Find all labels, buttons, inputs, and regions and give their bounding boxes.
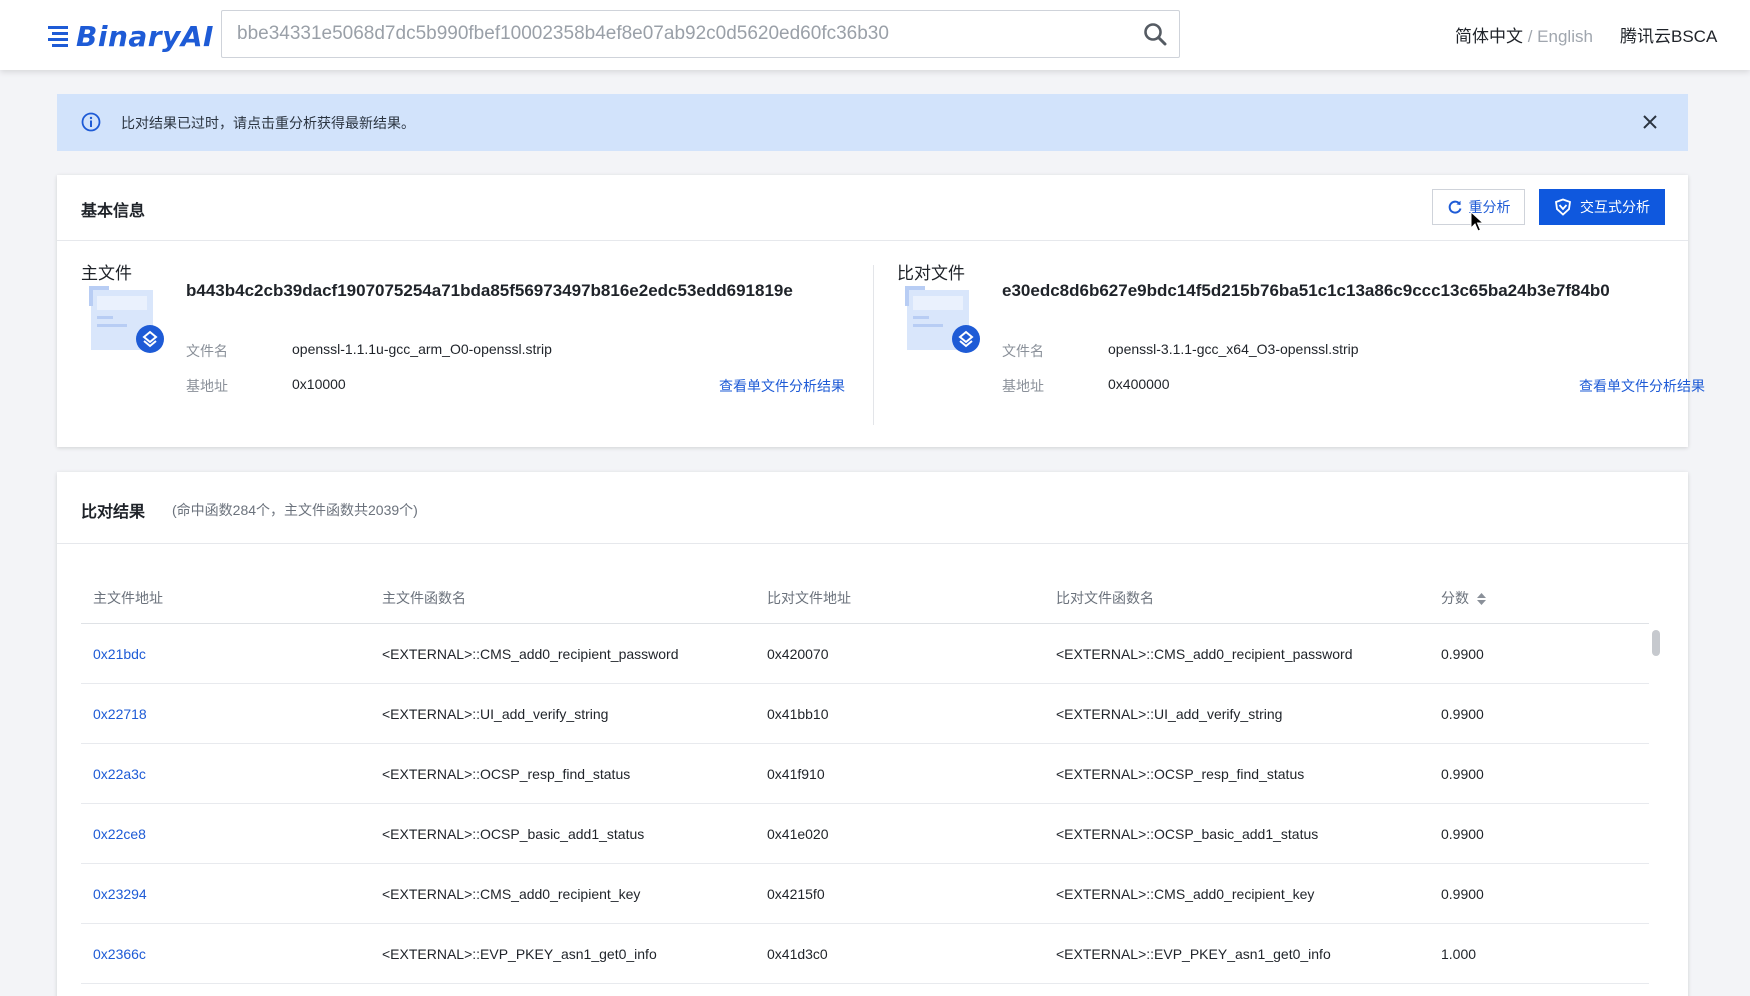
basic-info-title: 基本信息: [81, 203, 146, 220]
search-input[interactable]: bbe34331e5068d7dc5b990fbef10002358b4ef8e…: [222, 23, 1131, 45]
table-row[interactable]: 0x2366c <EXTERNAL>::EVP_PKEY_asn1_get0_in…: [81, 924, 1649, 984]
main-file-hash: b443b4c2cb39dacf1907075254a71bda85f56973…: [186, 281, 793, 300]
search-icon[interactable]: [1131, 11, 1179, 57]
main-address-cell[interactable]: 0x2366c: [93, 946, 146, 962]
results-title: 比对结果: [81, 504, 146, 521]
column-header-score[interactable]: 分数: [1441, 588, 1486, 608]
comparison-results-card: 比对结果 (命中函数284个，主文件函数共2039个) 主文件地址 主文件函数名…: [57, 472, 1688, 996]
table-row[interactable]: 0x22718 <EXTERNAL>::UI_add_verify_string 0…: [81, 684, 1649, 744]
main-function-cell: <EXTERNAL>::OCSP_resp_find_status: [382, 766, 631, 782]
column-header-compare-address: 比对文件地址: [767, 590, 851, 606]
compare-function-cell: <EXTERNAL>::CMS_add0_recipient_password: [1056, 646, 1353, 662]
results-header: 比对结果 (命中函数284个，主文件函数共2039个): [57, 472, 1688, 544]
compare-function-cell: <EXTERNAL>::OCSP_basic_add1_status: [1056, 826, 1319, 842]
main-filename-value: openssl-1.1.1u-gcc_arm_O0-openssl.strip: [292, 341, 552, 357]
logo-text: BinaryAI: [76, 19, 214, 53]
main-file-label: 主文件: [81, 264, 132, 283]
score-cell: 1.000: [1441, 946, 1477, 962]
column-header-main-address: 主文件地址: [93, 590, 163, 606]
table-row[interactable]: 0x22ce8 <EXTERNAL>::OCSP_basic_add1_statu…: [81, 804, 1649, 864]
compare-base-key: 基地址: [1002, 378, 1044, 394]
compare-base-value: 0x400000: [1108, 376, 1170, 392]
main-address-cell[interactable]: 0x22718: [93, 706, 147, 722]
score-cell: 0.9900: [1441, 766, 1484, 782]
close-icon[interactable]: [1642, 114, 1658, 130]
results-table: 主文件地址 主文件函数名 比对文件地址 比对文件函数名 分数 0x21bdc <E…: [81, 568, 1649, 984]
lang-zh-option[interactable]: 简体中文: [1455, 27, 1523, 46]
column-header-main-function: 主文件函数名: [382, 590, 466, 606]
compare-address-cell: 0x420070: [767, 646, 829, 662]
main-filename-key: 文件名: [186, 343, 228, 359]
compare-address-cell: 0x41d3c0: [767, 946, 828, 962]
main-function-cell: <EXTERNAL>::UI_add_verify_string: [382, 706, 609, 722]
compare-address-cell: 0x4215f0: [767, 886, 825, 902]
logo-icon: [48, 26, 68, 47]
main-function-cell: <EXTERNAL>::EVP_PKEY_asn1_get0_info: [382, 946, 657, 962]
lang-en-option[interactable]: English: [1537, 27, 1593, 46]
language-switch: 简体中文 / English: [1455, 22, 1593, 47]
compare-file-hash: e30edc8d6b627e9bdc14f5d215b76ba51c1c13a8…: [1002, 281, 1610, 300]
main-function-cell: <EXTERNAL>::CMS_add0_recipient_key: [382, 886, 641, 902]
compare-filename-key: 文件名: [1002, 343, 1044, 359]
results-summary: (命中函数284个，主文件函数共2039个): [172, 502, 418, 518]
compare-function-cell: <EXTERNAL>::OCSP_resp_find_status: [1056, 766, 1305, 782]
file-thumbnail-icon: [89, 286, 164, 353]
top-header: BinaryAI bbe34331e5068d7dc5b990fbef10002…: [0, 0, 1750, 70]
compare-function-cell: <EXTERNAL>::UI_add_verify_string: [1056, 706, 1283, 722]
compare-function-cell: <EXTERNAL>::CMS_add0_recipient_key: [1056, 886, 1315, 902]
compare-file-section: 比对文件 e30edc8d6b627e9bdc14f5d215b76ba51c1…: [873, 241, 1705, 447]
file-thumbnail-icon: [905, 286, 980, 353]
main-base-key: 基地址: [186, 378, 228, 394]
refresh-icon: [1448, 200, 1461, 214]
column-header-compare-function: 比对文件函数名: [1056, 590, 1154, 606]
lang-separator: /: [1523, 27, 1538, 46]
table-body: 0x21bdc <EXTERNAL>::CMS_add0_recipient_pa…: [81, 624, 1649, 984]
main-function-cell: <EXTERNAL>::CMS_add0_recipient_password: [382, 646, 679, 662]
tencent-bsca-link[interactable]: 腾讯云BSCA: [1620, 22, 1717, 47]
table-scrollbar[interactable]: [1649, 624, 1663, 996]
score-cell: 0.9900: [1441, 706, 1484, 722]
shield-icon: [1555, 198, 1571, 216]
table-row[interactable]: 0x23294 <EXTERNAL>::CMS_add0_recipient_ke…: [81, 864, 1649, 924]
compare-address-cell: 0x41bb10: [767, 706, 829, 722]
main-address-cell[interactable]: 0x22a3c: [93, 766, 146, 782]
mouse-cursor-icon: [1470, 211, 1484, 232]
compare-filename-value: openssl-3.1.1-gcc_x64_O3-openssl.strip: [1108, 341, 1359, 357]
compare-address-cell: 0x41f910: [767, 766, 825, 782]
main-view-analysis-link[interactable]: 查看单文件分析结果: [719, 376, 845, 396]
interactive-analysis-button[interactable]: 交互式分析: [1539, 189, 1665, 225]
score-cell: 0.9900: [1441, 826, 1484, 842]
interactive-label: 交互式分析: [1580, 199, 1650, 215]
main-address-cell[interactable]: 0x23294: [93, 886, 147, 902]
main-function-cell: <EXTERNAL>::OCSP_basic_add1_status: [382, 826, 645, 842]
search-box[interactable]: bbe34331e5068d7dc5b990fbef10002358b4ef8e…: [221, 10, 1180, 58]
table-row[interactable]: 0x22a3c <EXTERNAL>::OCSP_resp_find_status…: [81, 744, 1649, 804]
basic-info-card: 基本信息 重分析 交互式分析 主文件 b443b4c2cb39dacf19070…: [57, 175, 1705, 447]
score-header-label: 分数: [1441, 590, 1469, 606]
main-address-cell[interactable]: 0x21bdc: [93, 646, 146, 662]
basic-info-header: 基本信息 重分析 交互式分析: [57, 175, 1688, 241]
scrollbar-thumb[interactable]: [1652, 630, 1660, 656]
compare-file-label: 比对文件: [897, 264, 965, 283]
score-cell: 0.9900: [1441, 646, 1484, 662]
compare-function-cell: <EXTERNAL>::EVP_PKEY_asn1_get0_info: [1056, 946, 1331, 962]
table-header: 主文件地址 主文件函数名 比对文件地址 比对文件函数名 分数: [81, 568, 1649, 624]
info-icon: [81, 112, 101, 132]
table-row[interactable]: 0x21bdc <EXTERNAL>::CMS_add0_recipient_pa…: [81, 624, 1649, 684]
compare-view-analysis-link[interactable]: 查看单文件分析结果: [1579, 376, 1705, 396]
binaryai-logo[interactable]: BinaryAI: [46, 19, 214, 53]
main-base-value: 0x10000: [292, 376, 346, 392]
sort-icon[interactable]: [1477, 593, 1486, 606]
main-address-cell[interactable]: 0x22ce8: [93, 826, 146, 842]
compare-address-cell: 0x41e020: [767, 826, 829, 842]
outdated-alert: 比对结果已过时，请点击重分析获得最新结果。: [57, 94, 1688, 151]
alert-message: 比对结果已过时，请点击重分析获得最新结果。: [121, 115, 415, 131]
score-cell: 0.9900: [1441, 886, 1484, 902]
main-file-section: 主文件 b443b4c2cb39dacf1907075254a71bda85f5…: [57, 241, 873, 447]
